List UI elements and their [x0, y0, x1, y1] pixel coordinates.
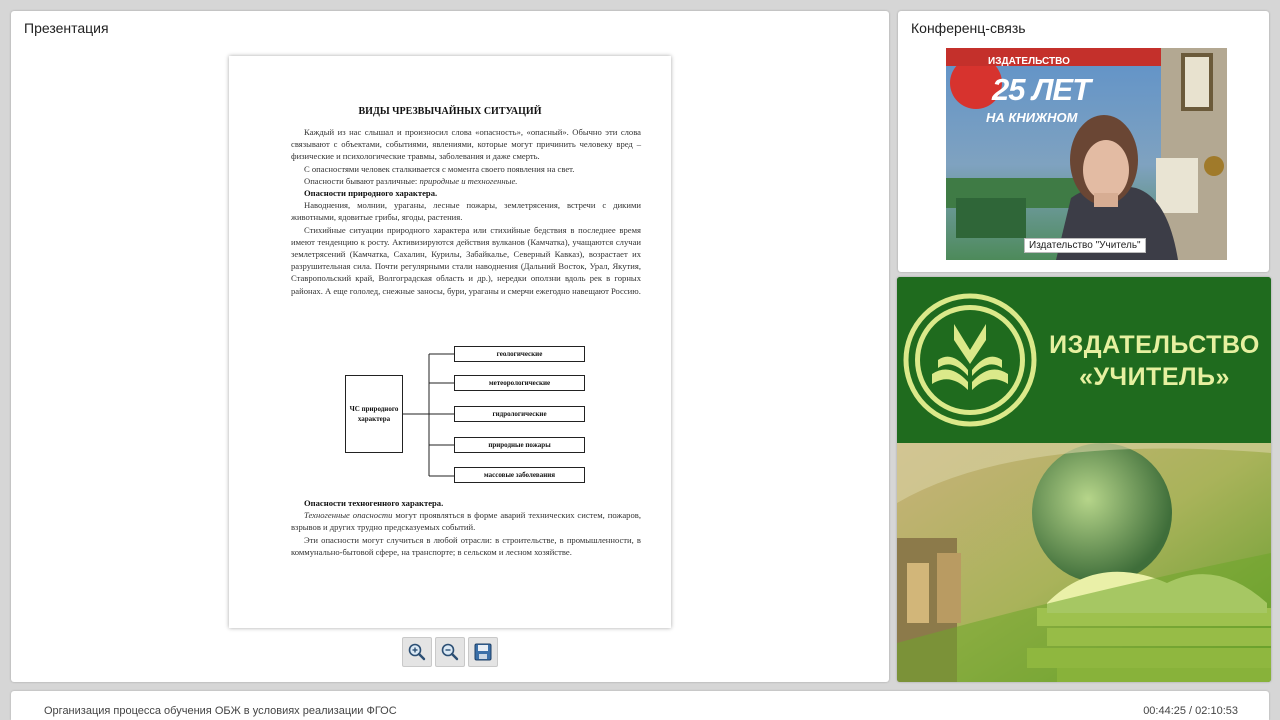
tech-heading: Опасности техногенного характера.: [304, 498, 444, 508]
presentation-title: Презентация: [24, 20, 109, 36]
brand-name-line: ИЗДАТЕЛЬСТВО: [1049, 331, 1260, 359]
brand-header: ИЗДАТЕЛЬСТВО «УЧИТЕЛЬ»: [897, 277, 1271, 443]
conference-panel: Конференц-связь ИЗДАТЕЛЬСТВО 25 ЛЕТ НА К…: [898, 11, 1269, 272]
save-button[interactable]: [468, 637, 498, 667]
diagram-type-box: геологические: [454, 346, 585, 362]
diagram-type-box: природные пожары: [454, 437, 585, 453]
poster-subtitle-text: НА КНИЖНОМ: [986, 110, 1078, 125]
document-tech-section: Опасности техногенного характера. Техног…: [291, 497, 641, 558]
webinar-title: Организация процесса обучения ОБЖ в усло…: [44, 705, 397, 717]
poster-publisher-text: ИЗДАТЕЛЬСТВО: [988, 56, 1070, 67]
diagram-type-box: метеорологические: [454, 375, 585, 391]
brand-name-line: «УЧИТЕЛЬ»: [1079, 363, 1230, 391]
document-paragraph: Эти опасности могут случиться в любой от…: [291, 534, 641, 557]
player-bar: Организация процесса обучения ОБЖ в усло…: [11, 691, 1269, 720]
diagram-type-box: гидрологические: [454, 406, 585, 422]
zoom-in-icon: [408, 643, 426, 661]
document-toolbar: [402, 637, 498, 667]
zoom-out-icon: [441, 643, 459, 661]
publisher-logo-icon: [903, 293, 1037, 427]
brand-photo: [897, 443, 1271, 682]
brand-name: ИЗДАТЕЛЬСТВО «УЧИТЕЛЬ»: [1042, 329, 1267, 393]
document-paragraph: Техногенные опасности могут проявляться …: [291, 509, 641, 533]
diagram-source-box: ЧС природного характера: [345, 375, 403, 453]
zoom-out-button[interactable]: [435, 637, 465, 667]
tech-term: Техногенные опасности: [304, 510, 393, 521]
video-feed[interactable]: ИЗДАТЕЛЬСТВО 25 ЛЕТ НА КНИЖНОМ Издательс…: [946, 48, 1227, 260]
zoom-in-button[interactable]: [402, 637, 432, 667]
poster-years-text: 25 ЛЕТ: [992, 72, 1091, 107]
save-icon: [474, 643, 492, 661]
diagram-type-box: массовые заболевания: [454, 467, 585, 483]
speaker-name-label: Издательство "Учитель": [1024, 238, 1146, 253]
conference-title: Конференц-связь: [911, 20, 1026, 36]
document-page[interactable]: ВИДЫ ЧРЕЗВЫЧАЙНЫХ СИТУАЦИЙ Каждый из нас…: [229, 56, 671, 628]
presentation-panel: Презентация ВИДЫ ЧРЕЗВЫЧАЙНЫХ СИТУАЦИЙ К…: [11, 11, 889, 682]
books-globe-image: [897, 443, 1271, 682]
brand-banner: ИЗДАТЕЛЬСТВО «УЧИТЕЛЬ»: [897, 277, 1271, 682]
playback-timecode: 00:44:25 / 02:10:53: [1143, 705, 1238, 717]
